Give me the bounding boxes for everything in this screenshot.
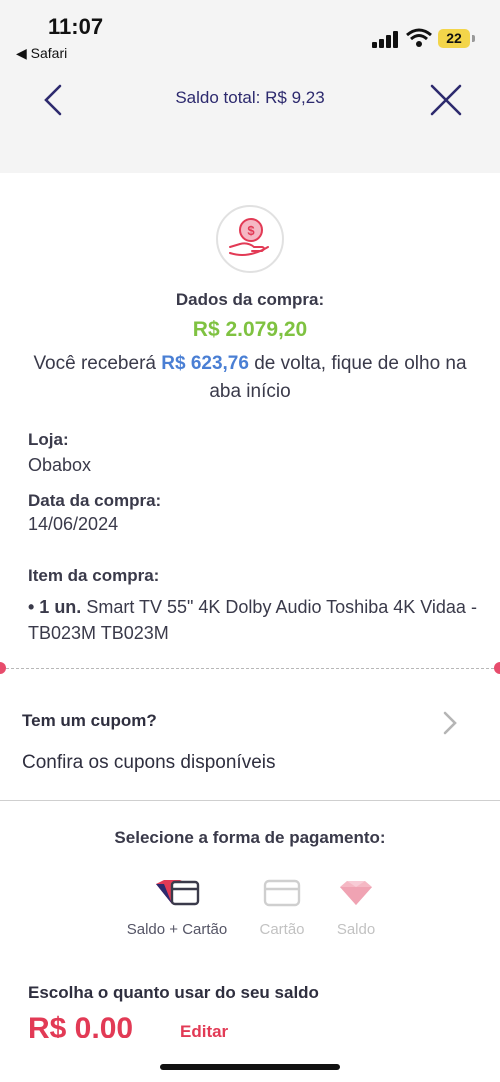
item-description: • 1 un. Smart TV 55" 4K Dolby Audio Tosh… [28, 594, 478, 646]
home-indicator[interactable] [160, 1064, 340, 1070]
purchase-heading: Dados da compra: [175, 290, 325, 309]
coupon-subtitle: Confira os cupons disponíveis [22, 752, 276, 773]
balance-total-title: Saldo total: R$ 9,23 [175, 88, 325, 107]
purchase-amount: R$ 2.079,20 [192, 318, 308, 341]
dashed-divider [6, 668, 494, 669]
balance-card-icon [156, 880, 200, 906]
store-value: Obabox [28, 455, 92, 475]
cashback-message: Você receberá R$ 623,76 de volta, fique … [30, 350, 470, 406]
item-label: Item da compra: [28, 566, 160, 585]
item-quantity: • 1 un. [28, 597, 82, 617]
chevron-right-icon[interactable] [440, 710, 460, 736]
payment-option-card[interactable]: Cartão [250, 878, 314, 938]
battery-cap [472, 35, 475, 42]
back-to-safari-link[interactable]: ◀ Safari [16, 45, 67, 62]
item-name: Smart TV 55" 4K Dolby Audio Toshiba 4K V… [28, 597, 477, 643]
wifi-icon [406, 28, 432, 47]
payment-option-balance[interactable]: Saldo [326, 878, 386, 938]
payment-option-label: Cartão [259, 921, 305, 938]
svg-text:$: $ [247, 223, 255, 238]
store-label: Loja: [28, 430, 69, 449]
card-icon [263, 879, 301, 907]
payment-option-balance-card[interactable]: Saldo + Cartão [118, 878, 236, 938]
payment-option-label: Saldo [336, 921, 376, 938]
ticket-notch-right [494, 662, 500, 674]
money-hand-icon: $ [216, 205, 284, 273]
payment-method-title: Selecione a forma de pagamento: [114, 828, 386, 847]
purchase-date-label: Data da compra: [28, 491, 162, 510]
balance-usage-amount: R$ 0,00 [28, 1012, 134, 1038]
cashback-prefix: Você receberá [33, 353, 162, 374]
section-divider [0, 800, 500, 801]
coupon-title: Tem um cupom? [22, 711, 157, 730]
payment-option-label: Saldo + Cartão [126, 921, 228, 938]
balance-usage-title: Escolha o quanto usar do seu saldo [28, 983, 319, 1002]
cellular-signal-icon [372, 30, 402, 48]
cashback-amount: R$ 623,76 [161, 353, 249, 374]
edit-balance-link[interactable]: Editar [180, 1022, 228, 1038]
purchase-date-value: 14/06/2024 [28, 514, 119, 534]
heart-diamond-icon [340, 881, 372, 905]
status-time: 11:07 [48, 14, 104, 39]
battery-icon: 22 [438, 29, 470, 48]
close-icon[interactable] [428, 82, 464, 118]
